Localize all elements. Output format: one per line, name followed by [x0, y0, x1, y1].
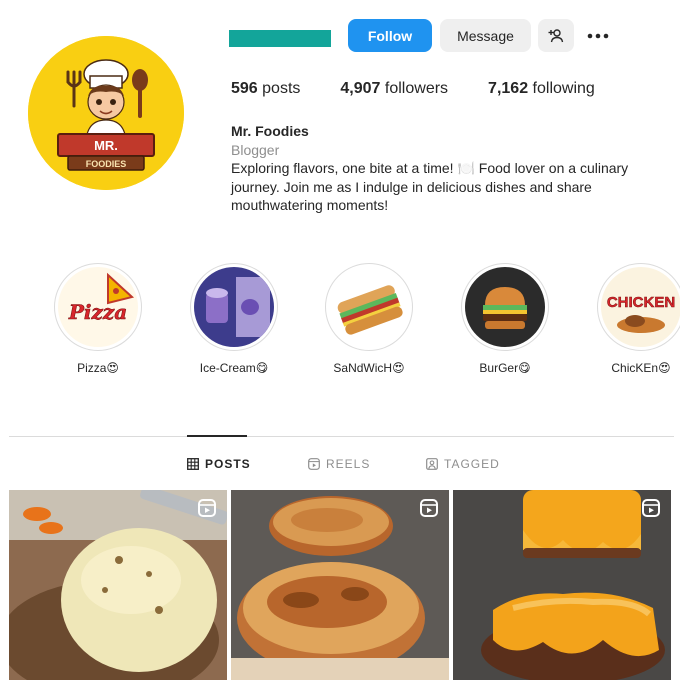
highlight-chicken[interactable]: CHICKEN ChicKEn😍 [594, 263, 680, 375]
highlight-label: Ice-Cream😋 [199, 361, 269, 375]
reel-icon [198, 499, 216, 517]
tabs-divider [9, 436, 674, 437]
tab-label: REELS [326, 457, 371, 471]
followers-count: 4,907 [340, 80, 381, 97]
add-person-icon [548, 28, 564, 42]
highlight-pizza[interactable]: Pizza Pizza😍 [51, 263, 145, 375]
logo-bottom-text: FOODIES [86, 159, 127, 169]
more-options-button[interactable] [582, 19, 614, 52]
profile-category: Blogger [231, 141, 280, 158]
active-tab-indicator [187, 435, 247, 437]
follow-button[interactable]: Follow [348, 19, 432, 52]
post-photo-toasted-buns [231, 490, 449, 680]
highlight-label: ChicKEn😍 [611, 361, 671, 375]
profile-bio: Mr. Foodies Blogger Exploring flavors, o… [231, 122, 651, 215]
reel-icon [420, 499, 438, 517]
highlight-ring [461, 263, 549, 351]
posts-label: posts [262, 80, 301, 97]
profile-avatar[interactable]: MR. FOODIES [28, 36, 184, 190]
suggest-user-button[interactable] [538, 19, 574, 52]
tab-label: TAGGED [444, 457, 500, 471]
mr-foodies-logo: MR. FOODIES [28, 36, 184, 190]
profile-stats: 596 posts 4,907 followers 7,162 followin… [231, 80, 635, 98]
highlight-label: Pizza😍 [77, 361, 119, 375]
tagged-icon [426, 458, 438, 470]
message-button[interactable]: Message [440, 19, 531, 52]
tab-label: POSTS [205, 457, 251, 471]
ice-cream-highlight-image [194, 267, 274, 347]
followers-label: followers [384, 80, 449, 97]
grid-icon [187, 458, 199, 470]
tab-posts[interactable]: POSTS [187, 457, 251, 471]
highlight-ring: CHICKEN [597, 263, 680, 351]
highlight-ring [190, 263, 278, 351]
tab-tagged[interactable]: TAGGED [426, 457, 500, 471]
logo-top-text: MR. [94, 138, 118, 153]
posts-count: 596 [231, 80, 258, 97]
tab-reels[interactable]: REELS [308, 457, 370, 471]
followers-stat[interactable]: 4,907 followers [340, 80, 448, 98]
following-label: following [532, 80, 595, 97]
reel-icon [642, 499, 660, 517]
post-tile[interactable] [9, 490, 227, 680]
highlight-ring: Pizza [54, 263, 142, 351]
posts-stat: 596 posts [231, 80, 300, 98]
following-count: 7,162 [488, 80, 529, 97]
more-dots-icon [587, 33, 609, 38]
highlight-sandwich[interactable]: SaNdWicH😍 [322, 263, 416, 375]
highlight-ring [325, 263, 413, 351]
post-tile[interactable] [231, 490, 449, 680]
highlight-label: BurGer😋 [479, 361, 531, 375]
chicken-image-text: CHICKEN [607, 294, 675, 311]
profile-name: Mr. Foodies [231, 123, 309, 139]
username-redacted-bar [229, 30, 331, 47]
profile-tabs: POSTS REELS TAGGED [0, 457, 680, 473]
highlight-ice-cream[interactable]: Ice-Cream😋 [187, 263, 281, 375]
post-photo-cheese-patties [453, 490, 671, 680]
pizza-image-text: Pizza [68, 300, 127, 324]
chicken-highlight-image: CHICKEN [601, 267, 680, 347]
highlight-label: SaNdWicH😍 [333, 361, 405, 375]
sandwich-highlight-image [329, 267, 409, 347]
post-photo-cheese-bun [9, 490, 227, 680]
highlight-burger[interactable]: BurGer😋 [458, 263, 552, 375]
story-highlights: Pizza Pizza😍 Ice-Cream😋 SaNdWicH😍 BurGer… [0, 263, 680, 383]
post-tile[interactable] [453, 490, 671, 680]
reels-icon [308, 458, 320, 470]
burger-highlight-image [465, 267, 545, 347]
bio-text: Exploring flavors, one bite at a time! 🍽… [231, 160, 629, 213]
pizza-highlight-image: Pizza [58, 267, 138, 347]
following-stat[interactable]: 7,162 following [488, 80, 595, 98]
